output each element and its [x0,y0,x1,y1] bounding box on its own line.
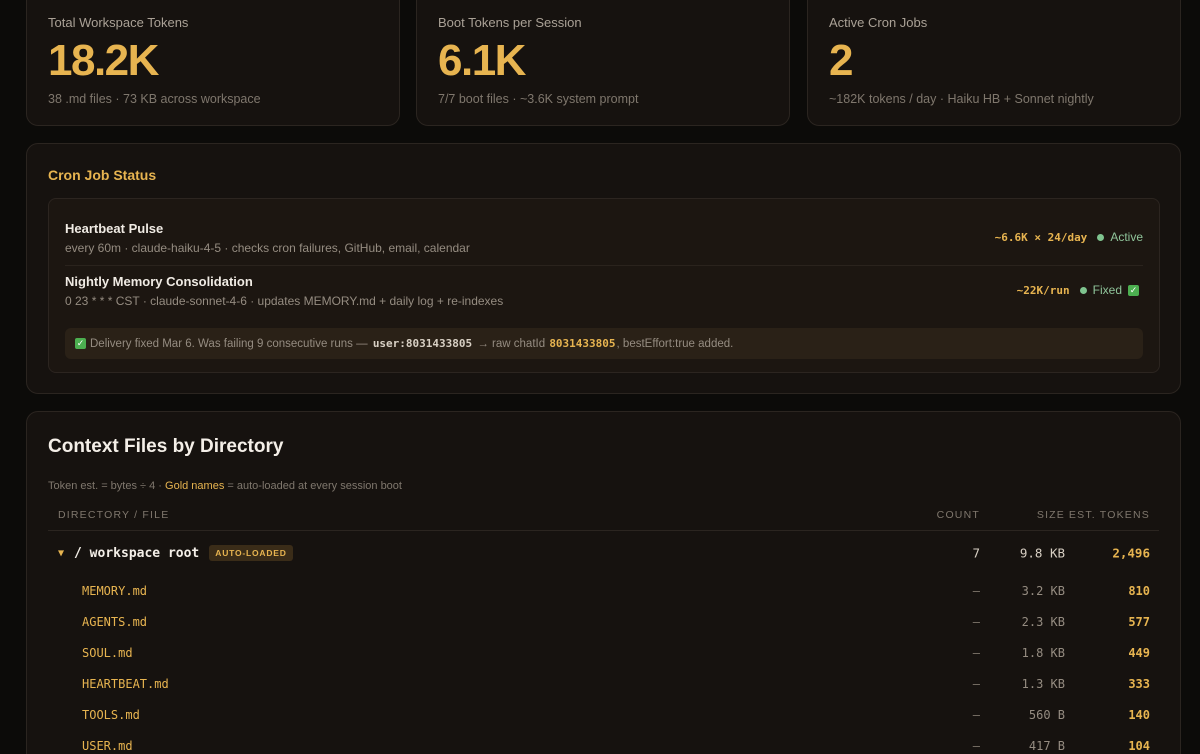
job-status-group: ~22K/run Fixed ✓ [1017,283,1143,297]
file-row[interactable]: AGENTS.md — 2.3 KB 577 [48,606,1159,637]
delivery-fix-note: ✓ Delivery fixed Mar 6. Was failing 9 co… [65,328,1143,359]
divider [65,265,1143,266]
file-row[interactable]: USER.md — 417 B 104 [48,730,1159,754]
context-files-card: Context Files by Directory Token est. = … [26,411,1181,754]
tokens-cell: 577 [1128,614,1150,629]
cron-job-heartbeat[interactable]: Heartbeat Pulse every 60m · claude-haiku… [65,221,1143,274]
column-header-count[interactable]: COUNT [937,509,980,521]
count-cell: — [972,614,980,629]
stat-label: Total Workspace Tokens [48,15,189,30]
directory-row-root[interactable]: ▼ / workspace root AUTO-LOADED 7 9.8 KB … [48,531,1159,575]
note-text: , bestEffort:true added. [616,337,734,350]
hint-gold-text: Gold names [165,480,225,492]
file-row[interactable]: SOUL.md — 1.8 KB 449 [48,637,1159,668]
file-name: SOUL.md [82,645,133,660]
note-code: user:8031433805 [372,337,473,350]
job-status: Fixed [1092,283,1122,297]
file-row[interactable]: MEMORY.md — 3.2 KB 810 [48,575,1159,606]
job-name: Heartbeat Pulse [65,221,164,236]
stat-label: Boot Tokens per Session [438,15,582,30]
count-cell: — [972,707,980,722]
context-files-table: DIRECTORY / FILE COUNT SIZE EST. TOKENS … [48,502,1159,754]
stat-label: Active Cron Jobs [829,15,928,30]
cron-job-nightly[interactable]: Nightly Memory Consolidation 0 23 * * * … [65,274,1143,327]
chevron-down-icon[interactable]: ▼ [58,548,64,559]
count-cell: 7 [972,545,980,561]
job-rate: ~6.6K × 24/day [994,230,1088,244]
column-header-size[interactable]: SIZE [1037,509,1065,521]
file-name: AGENTS.md [82,614,148,629]
file-name: USER.md [82,738,133,753]
hint-text: Token est. = bytes ÷ 4 · [48,480,162,492]
cron-section-title: Cron Job Status [48,167,157,183]
stat-card-total-tokens: Total Workspace Tokens 18.2K 38 .md file… [26,0,400,126]
tokens-cell: 449 [1128,645,1150,660]
directory-name: / workspace root [74,545,200,561]
hint-text: = auto-loaded at every session boot [227,480,402,492]
job-status-group: ~6.6K × 24/day Active [995,230,1143,244]
note-code-chatid: 8031433805 [549,337,616,350]
stat-value: 6.1K [438,36,526,85]
job-description: every 60m · claude-haiku-4-5 · checks cr… [65,241,470,255]
size-cell: 2.3 KB [1021,614,1065,629]
check-icon: ✓ [75,338,86,349]
size-cell: 9.8 KB [1019,545,1065,561]
auto-loaded-badge: AUTO-LOADED [209,545,293,561]
size-cell: 3.2 KB [1021,583,1065,598]
stat-value: 2 [829,36,853,85]
stat-card-active-cron: Active Cron Jobs 2 ~182K tokens / day · … [807,0,1181,126]
file-name: HEARTBEAT.md [82,676,169,691]
file-row[interactable]: HEARTBEAT.md — 1.3 KB 333 [48,668,1159,699]
job-description: 0 23 * * * CST · claude-sonnet-4-6 · upd… [65,294,504,308]
token-hint: Token est. = bytes ÷ 4 · Gold names = au… [48,480,402,492]
file-name: TOOLS.md [82,707,140,722]
tokens-cell: 104 [1128,738,1150,753]
directory-name-cell: ▼ / workspace root AUTO-LOADED [58,545,293,561]
stat-subtext: 7/7 boot files · ~3.6K system prompt [438,92,639,106]
status-dot-icon [1079,286,1087,294]
file-name: MEMORY.md [82,583,148,598]
stat-subtext: ~182K tokens / day · Haiku HB + Sonnet n… [829,92,1094,106]
check-icon: ✓ [1128,284,1139,296]
job-status: Active [1110,230,1143,244]
table-header: DIRECTORY / FILE COUNT SIZE EST. TOKENS [48,502,1159,531]
stat-subtext: 38 .md files · 73 KB across workspace [48,92,261,106]
job-name: Nightly Memory Consolidation [65,274,253,289]
job-rate: ~22K/run [1016,283,1070,297]
cron-status-card: Cron Job Status Heartbeat Pulse every 60… [26,143,1181,394]
tokens-cell: 2,496 [1112,545,1150,561]
tokens-cell: 140 [1128,707,1150,722]
size-cell: 417 B [1028,738,1065,753]
column-header-file[interactable]: DIRECTORY / FILE [58,509,169,521]
note-text: Delivery fixed Mar 6. Was failing 9 cons… [90,337,368,350]
status-dot-icon [1097,233,1105,241]
size-cell: 1.3 KB [1021,676,1065,691]
tokens-cell: 333 [1128,676,1150,691]
tokens-cell: 810 [1128,583,1150,598]
count-cell: — [972,676,980,691]
file-row[interactable]: TOOLS.md — 560 B 140 [48,699,1159,730]
note-text: → raw chatId [477,337,546,350]
count-cell: — [972,738,980,753]
size-cell: 560 B [1028,707,1065,722]
stat-value: 18.2K [48,36,159,85]
cron-job-list: Heartbeat Pulse every 60m · claude-haiku… [48,198,1160,373]
stat-card-boot-tokens: Boot Tokens per Session 6.1K 7/7 boot fi… [416,0,790,126]
section-title: Context Files by Directory [48,436,284,457]
column-header-tokens[interactable]: EST. TOKENS [1069,509,1150,521]
size-cell: 1.8 KB [1021,645,1065,660]
count-cell: — [972,645,980,660]
count-cell: — [972,583,980,598]
